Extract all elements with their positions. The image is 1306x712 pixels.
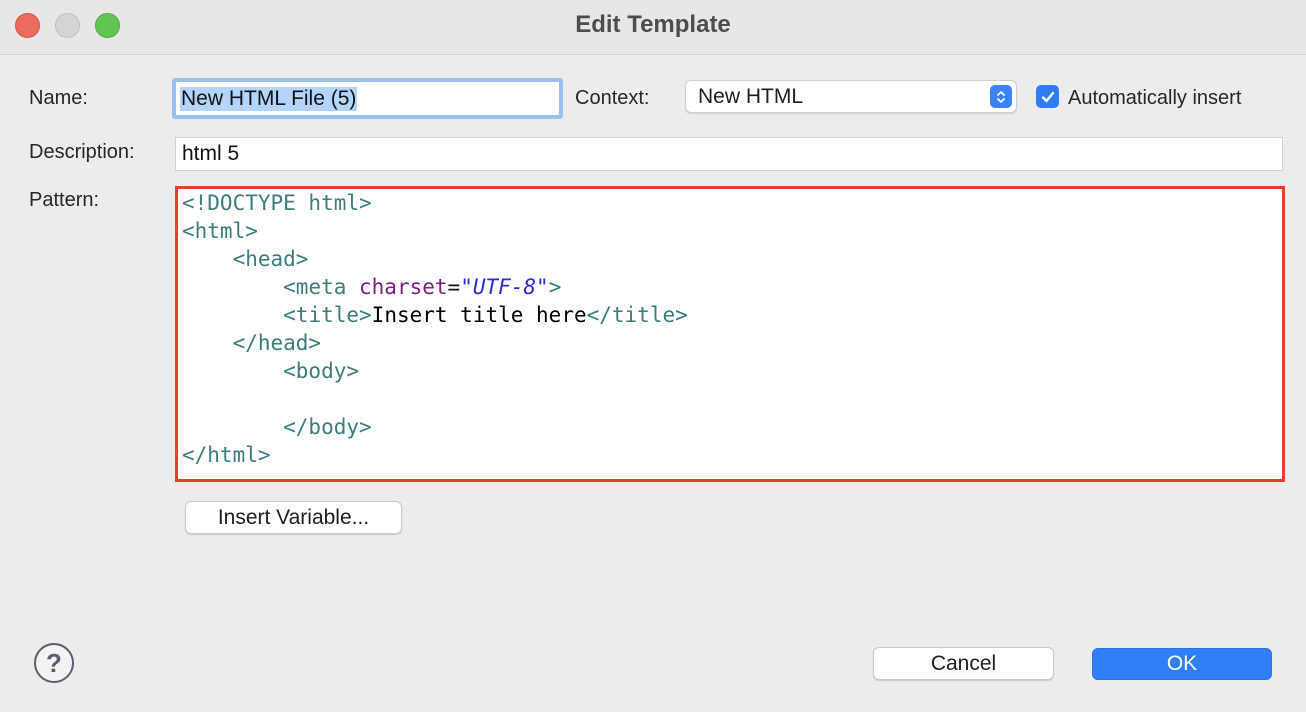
code-line: <head> bbox=[182, 247, 309, 271]
description-field[interactable]: html 5 bbox=[175, 137, 1283, 171]
description-label: Description: bbox=[29, 141, 135, 163]
select-stepper-icon bbox=[990, 85, 1012, 108]
auto-insert-checkbox[interactable] bbox=[1036, 85, 1059, 108]
code-line: </html> bbox=[182, 443, 271, 467]
insert-variable-button[interactable]: Insert Variable... bbox=[185, 501, 402, 534]
context-label: Context: bbox=[575, 87, 650, 109]
context-select[interactable]: New HTML bbox=[685, 80, 1017, 113]
pattern-label: Pattern: bbox=[29, 189, 100, 211]
code-line: <!DOCTYPE html> bbox=[182, 191, 372, 215]
pattern-code: <!DOCTYPE html> <html> <head> <meta char… bbox=[182, 189, 688, 469]
code-line: <body> bbox=[182, 359, 360, 383]
help-icon[interactable]: ? bbox=[34, 643, 74, 683]
name-field[interactable]: New HTML File (5) bbox=[172, 78, 563, 119]
description-value: html 5 bbox=[182, 142, 240, 165]
name-value: New HTML File (5) bbox=[180, 86, 358, 111]
name-label: Name: bbox=[29, 87, 88, 109]
pattern-editor[interactable]: <!DOCTYPE html> <html> <head> <meta char… bbox=[175, 186, 1285, 482]
ok-button[interactable]: OK bbox=[1092, 648, 1272, 680]
cancel-button[interactable]: Cancel bbox=[873, 647, 1054, 680]
window-title: Edit Template bbox=[575, 11, 731, 38]
context-value: New HTML bbox=[698, 84, 804, 108]
code-line: <meta charset="UTF-8"> bbox=[283, 275, 562, 299]
auto-insert-label[interactable]: Automatically insert bbox=[1068, 87, 1241, 110]
code-line: <title>Insert title here</title> bbox=[283, 303, 688, 327]
code-line: <html> bbox=[182, 219, 258, 243]
checkmark-icon bbox=[1041, 91, 1054, 102]
title-bar: Edit Template bbox=[0, 0, 1306, 55]
code-line: </head> bbox=[182, 331, 322, 355]
code-line: </body> bbox=[182, 415, 372, 439]
